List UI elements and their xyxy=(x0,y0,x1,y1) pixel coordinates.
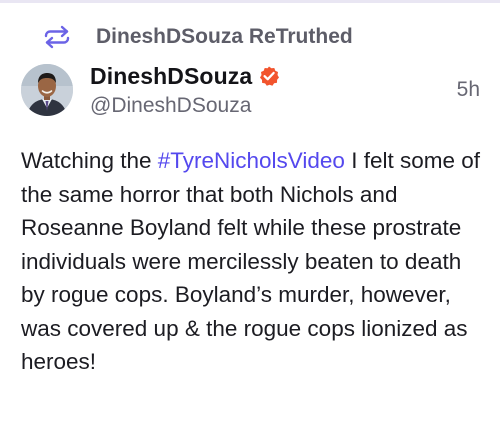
retruth-icon xyxy=(42,24,72,50)
author-display-name[interactable]: DineshDSouza xyxy=(90,63,252,90)
top-divider xyxy=(0,0,500,3)
retruth-label: DineshDSouza ReTruthed xyxy=(96,25,353,48)
post-text: Watching the #TyreNicholsVideo I felt so… xyxy=(21,144,486,379)
verified-badge-icon xyxy=(258,65,280,87)
retruth-banner[interactable]: DineshDSouza ReTruthed xyxy=(42,22,353,52)
post-text-body: I felt some of the same horror that both… xyxy=(21,148,480,374)
avatar[interactable] xyxy=(21,64,73,116)
author-block: DineshDSouza @DineshDSouza xyxy=(90,62,280,118)
hashtag-link[interactable]: #TyreNicholsVideo xyxy=(158,148,345,173)
author-handle[interactable]: @DineshDSouza xyxy=(90,94,280,118)
post-timestamp[interactable]: 5h xyxy=(457,78,480,102)
author-name-row: DineshDSouza xyxy=(90,62,280,90)
post-text-intro: Watching the xyxy=(21,148,158,173)
